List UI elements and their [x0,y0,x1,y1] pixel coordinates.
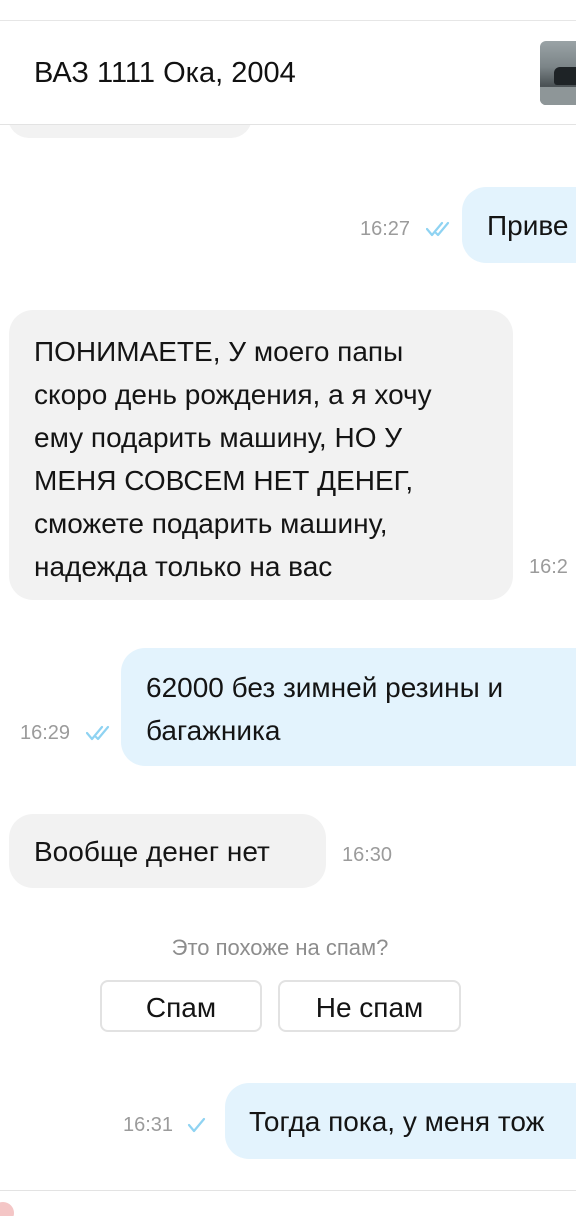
incoming-message-bubble[interactable]: ПОНИМАЕТЕ, У моего папы скоро день рожде… [9,310,513,600]
listing-title[interactable]: ВАЗ 1111 Ока, 2004 [34,55,296,91]
spam-question-label: Это похоже на спам? [171,935,389,960]
message-text-line: ему подарить машину, НО У [34,422,403,453]
message-time: 16:31 [123,1114,174,1136]
message-text-line: багажника [146,715,281,746]
message-text-line: ПОНИМАЕТЕ, У моего папы [34,336,404,367]
message-text-line: 62000 без зимней резины и [146,672,504,703]
message-text: Вообще денег нет [34,836,270,867]
road-background [540,87,576,105]
attachment-icon[interactable] [0,1202,14,1216]
message-text-line: МЕНЯ СОВСЕМ НЕТ ДЕНЕГ, [34,465,414,496]
message-time: 16:30 [342,844,393,866]
car-photo-thumbnail[interactable] [540,41,576,105]
message-text: Тогда пока, у меня тож [249,1106,545,1137]
message-text-line: надежда только на вас [34,551,333,582]
message-text: Приве [487,210,569,241]
chat-header[interactable]: ВАЗ 1111 Ока, 2004 [0,21,576,125]
composer-divider [0,1190,576,1191]
not-spam-button[interactable]: Не спам [278,980,461,1032]
double-check-icon [426,221,450,237]
message-time: 16:2 [529,556,568,578]
message-time: 16:27 [360,218,411,240]
car-icon [554,67,576,85]
incoming-message-bubble[interactable]: Вообще денег нет [9,814,326,888]
message-text-line: скоро день рождения, а я хочу [34,379,432,410]
message-text-line: сможете подарить машину, [34,508,388,539]
single-check-icon [187,1117,206,1133]
outgoing-message-bubble[interactable]: Приве [462,187,576,263]
outgoing-message-bubble[interactable]: Тогда пока, у меня тож [225,1083,576,1159]
chat-screen: ВАЗ 1111 Ока, 2004 16:27 Приве ПОНИМАЕТЕ… [0,0,576,1216]
outgoing-message-bubble[interactable]: 62000 без зимней резины и багажника [121,648,576,766]
double-check-icon [86,725,110,741]
message-time: 16:29 [20,722,71,744]
spam-button[interactable]: Спам [100,980,262,1032]
